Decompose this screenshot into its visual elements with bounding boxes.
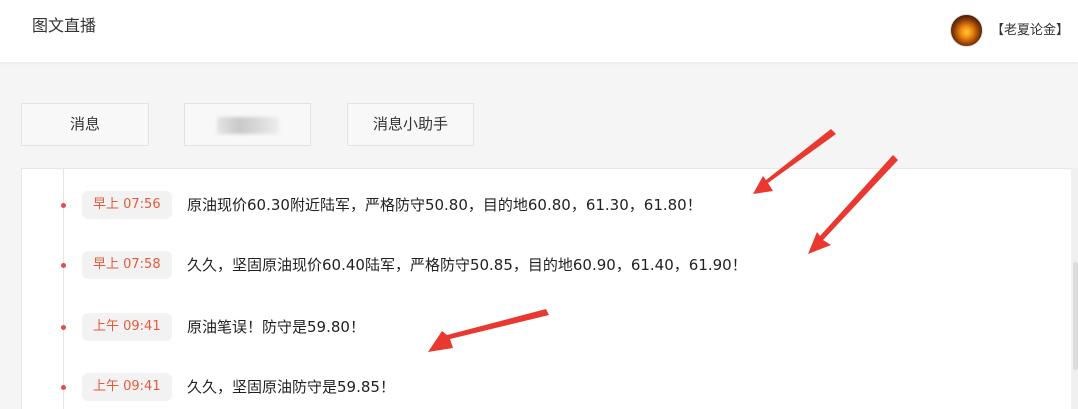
top-header: 图文直播 【老夏论金】 — [0, 0, 1078, 62]
tab-bar: 消息 消息小助手 — [0, 62, 1078, 168]
timeline-dot — [61, 263, 66, 268]
avatar[interactable] — [950, 14, 983, 47]
feed-entry: 上午 09:41 久久，坚固原油防守是59.85！ — [22, 372, 1062, 402]
message-text: 久久，坚固原油现价60.40陆军，严格防守50.85，目的地60.90，61.4… — [187, 256, 747, 274]
time-badge: 上午 09:41 — [82, 373, 172, 401]
username-label[interactable]: 【老夏论金】 — [991, 21, 1069, 41]
time-badge: 上午 09:41 — [82, 313, 172, 341]
page-title: 图文直播 — [32, 16, 97, 35]
time-badge: 早上 07:56 — [82, 191, 172, 219]
message-text: 久久，坚固原油防守是59.85！ — [187, 378, 395, 396]
tab-message-assistant[interactable]: 消息小助手 — [347, 103, 474, 146]
timeline-dot — [61, 325, 66, 330]
timeline-dot — [61, 203, 66, 208]
feed-entry: 上午 09:41 原油笔误！防守是59.80！ — [22, 312, 1062, 342]
message-text: 原油笔误！防守是59.80！ — [187, 318, 365, 336]
scrollbar-thumb[interactable] — [1073, 262, 1078, 370]
timeline-dot — [61, 385, 66, 390]
time-badge: 早上 07:58 — [82, 251, 172, 279]
feed-entry: 早上 07:58 久久，坚固原油现价60.40陆军，严格防守50.85，目的地6… — [22, 250, 1062, 280]
message-text: 原油现价60.30附近陆军，严格防守50.80，目的地60.80，61.30，6… — [187, 196, 702, 214]
live-feed: 早上 07:56 原油现价60.30附近陆军，严格防守50.80，目的地60.8… — [21, 168, 1071, 409]
tab-obscured[interactable] — [184, 103, 311, 146]
blurred-label — [216, 117, 279, 134]
feed-entry: 早上 07:56 原油现价60.30附近陆军，严格防守50.80，目的地60.8… — [22, 190, 1062, 220]
tab-messages[interactable]: 消息 — [21, 103, 149, 146]
